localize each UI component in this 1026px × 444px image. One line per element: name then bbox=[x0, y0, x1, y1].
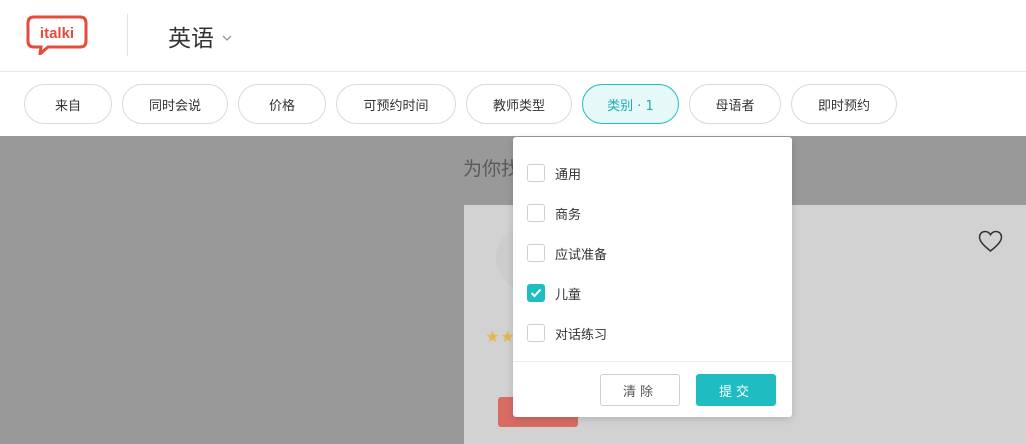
option-label: 对话练习 bbox=[555, 327, 608, 343]
option-test-prep[interactable]: 应试准备 bbox=[527, 242, 607, 264]
submit-button[interactable]: 提交 bbox=[696, 374, 776, 406]
filter-price[interactable]: 价格 bbox=[238, 84, 326, 124]
dropdown-divider bbox=[513, 361, 792, 362]
option-business[interactable]: 商务 bbox=[527, 202, 581, 224]
filter-bar: 来自 同时会说 价格 可预约时间 教师类型 类别 · 1 母语者 即时预约 bbox=[0, 72, 1026, 136]
clear-button[interactable]: 清除 bbox=[600, 374, 680, 406]
checkbox[interactable] bbox=[527, 164, 545, 182]
filter-instant-booking[interactable]: 即时预约 bbox=[791, 84, 897, 124]
rating-stars bbox=[486, 330, 514, 343]
option-kids[interactable]: 儿童 bbox=[527, 282, 581, 304]
filter-category[interactable]: 类别 · 1 bbox=[582, 84, 679, 124]
language-selector[interactable]: 英语 bbox=[168, 20, 232, 52]
header-divider bbox=[127, 14, 128, 56]
option-label: 应试准备 bbox=[555, 247, 608, 263]
option-label: 通用 bbox=[555, 167, 582, 183]
checkmark-icon bbox=[530, 288, 542, 298]
category-dropdown: 通用 商务 应试准备 儿童 对话练习 清除 提交 bbox=[513, 137, 792, 417]
option-general[interactable]: 通用 bbox=[527, 162, 581, 184]
option-label: 商务 bbox=[555, 207, 582, 223]
logo-text: italki bbox=[40, 25, 74, 42]
chevron-down-icon bbox=[222, 35, 232, 41]
top-header: italki 英语 bbox=[0, 0, 1026, 72]
checkbox[interactable] bbox=[527, 324, 545, 342]
filter-also-speaks[interactable]: 同时会说 bbox=[122, 84, 228, 124]
star-icon bbox=[486, 330, 499, 342]
checkbox[interactable] bbox=[527, 204, 545, 222]
filter-native-speaker[interactable]: 母语者 bbox=[689, 84, 781, 124]
checkbox-checked[interactable] bbox=[527, 284, 545, 302]
heart-icon[interactable] bbox=[978, 230, 1003, 253]
section-title: 为你找 bbox=[463, 158, 521, 180]
italki-logo[interactable]: italki bbox=[26, 15, 88, 55]
filter-teacher-type[interactable]: 教师类型 bbox=[466, 84, 572, 124]
filter-from[interactable]: 来自 bbox=[24, 84, 112, 124]
option-label: 儿童 bbox=[555, 287, 582, 303]
option-conversation[interactable]: 对话练习 bbox=[527, 322, 607, 344]
checkbox[interactable] bbox=[527, 244, 545, 262]
filter-availability[interactable]: 可预约时间 bbox=[336, 84, 456, 124]
language-label: 英语 bbox=[168, 26, 214, 52]
